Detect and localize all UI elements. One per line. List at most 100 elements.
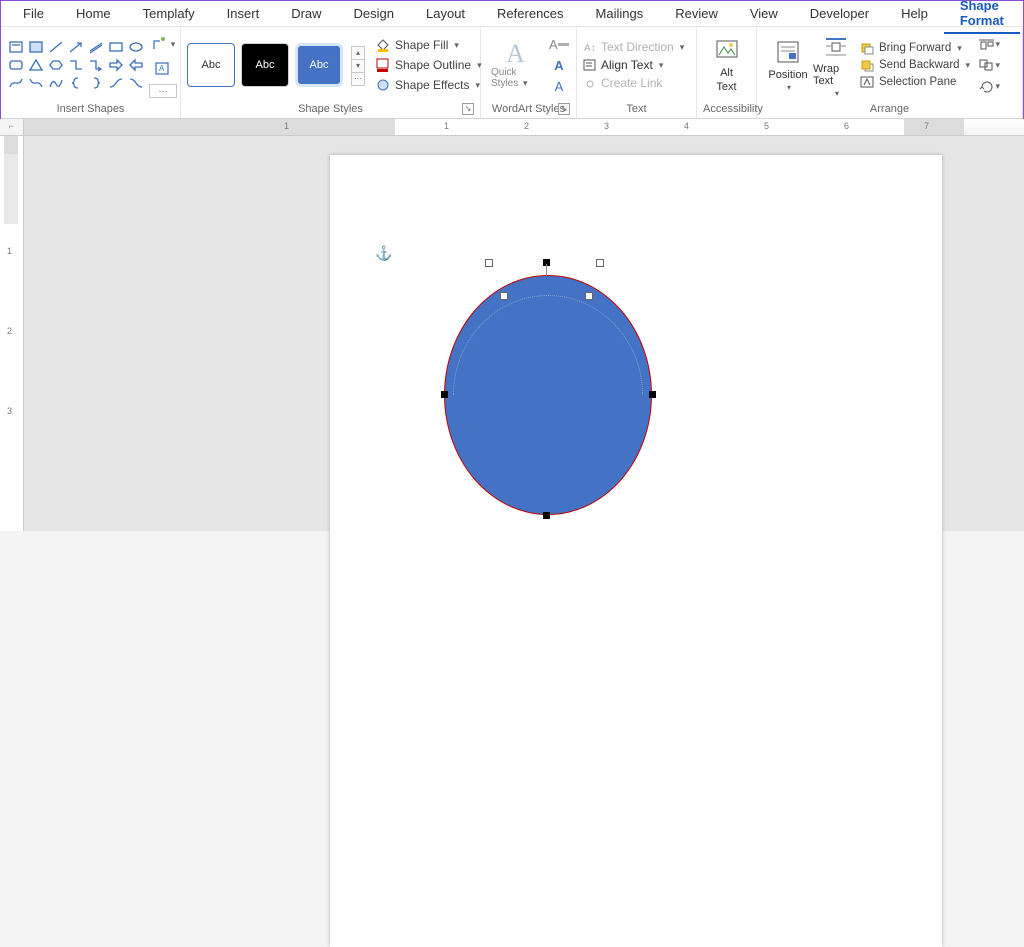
text-fill-button[interactable]: A [548, 35, 570, 53]
wordart-a-icon: A [506, 41, 525, 67]
position-icon [774, 39, 802, 67]
group-icon [978, 58, 993, 72]
gallery-down-icon[interactable]: ▾ [351, 59, 365, 73]
group-shape-styles: Abc Abc Abc ▴ ▾ ⋯ Shape Fill▾ Shape Outl… [181, 27, 481, 118]
triangle-icon [28, 58, 44, 72]
brace-right-icon [88, 76, 104, 90]
edit-shape-button[interactable]: ▾ [149, 32, 177, 56]
bring-forward-icon [859, 41, 875, 55]
shape-outline-button[interactable]: Shape Outline▾ [375, 57, 482, 73]
send-backward-button[interactable]: Send Backward▾ [859, 58, 970, 72]
menu-home[interactable]: Home [60, 2, 127, 25]
handle-top-left[interactable] [485, 259, 493, 267]
dialog-launcher-icon[interactable]: ↘ [462, 103, 474, 115]
gallery-up-icon[interactable]: ▴ [351, 46, 365, 60]
menu-mailings[interactable]: Mailings [580, 2, 660, 25]
svg-text:A↕: A↕ [584, 43, 596, 54]
group-insert-shapes: ▾ A ⋯ Insert Shapes [1, 27, 181, 118]
group-wordart: A Quick Styles ▾ A A A WordArt Styles↘ [481, 27, 577, 118]
menu-view[interactable]: View [734, 2, 794, 25]
bring-forward-button[interactable]: Bring Forward▾ [859, 41, 970, 55]
quick-styles-button[interactable]: A Quick Styles ▾ [491, 41, 540, 89]
alt-text-icon [713, 37, 741, 65]
document-area: ⌐ 1 1 2 3 4 5 6 7 1 2 3 ⚓ [0, 119, 1024, 531]
selection-pane-icon [859, 75, 875, 89]
adjust-handle-right[interactable] [585, 292, 593, 300]
arrow-line-icon [68, 40, 84, 54]
menu-review[interactable]: Review [659, 2, 734, 25]
connector-icon [108, 76, 124, 90]
text-direction-button[interactable]: A↕ Text Direction▾ [583, 40, 684, 54]
rect-icon [108, 40, 124, 54]
roundrect-icon [8, 58, 24, 72]
style-swatch-1[interactable]: Abc [187, 43, 235, 87]
create-link-button: Create Link [583, 76, 684, 90]
menu-templafy[interactable]: Templafy [127, 2, 211, 25]
rotate-objects-button[interactable]: ▾ [978, 77, 1000, 95]
draw-textbox-button[interactable]: A [149, 58, 177, 82]
align-icon [978, 37, 993, 51]
style-swatch-2[interactable]: Abc [241, 43, 289, 87]
group-accessibility: Alt Text Accessibility [697, 27, 757, 118]
svg-text:A: A [159, 64, 165, 73]
textbox-icon [8, 40, 24, 54]
group-label-wordart: WordArt Styles↘ [487, 101, 570, 118]
text-effects-button[interactable]: A [548, 77, 570, 95]
group-label-accessibility: Accessibility [703, 101, 750, 118]
menu-developer[interactable]: Developer [794, 2, 885, 25]
vertical-ruler[interactable]: 1 2 3 [0, 136, 24, 531]
freeform-icon [48, 76, 64, 90]
gallery-more-icon[interactable]: ⋯ [351, 72, 365, 86]
group-label-text: Text [583, 101, 690, 118]
line-icon [48, 40, 64, 54]
group-label-arrange: Arrange [763, 101, 1016, 118]
textbox-highlight-icon [28, 40, 44, 54]
style-swatch-3[interactable]: Abc [295, 43, 343, 87]
curve2-icon [28, 76, 44, 90]
shapes-gallery[interactable] [7, 39, 145, 91]
align-text-icon [583, 58, 597, 72]
menu-help[interactable]: Help [885, 2, 944, 25]
document-page[interactable]: ⚓ [330, 155, 942, 947]
menu-layout[interactable]: Layout [410, 2, 481, 25]
bucket-icon [375, 37, 391, 53]
menu-draw[interactable]: Draw [275, 2, 337, 25]
menu-references[interactable]: References [481, 2, 579, 25]
shape-effects-button[interactable]: Shape Effects▾ [375, 77, 482, 93]
position-button[interactable]: Position▾ [763, 39, 813, 92]
menu-design[interactable]: Design [338, 2, 410, 25]
text-outline-button[interactable]: A [548, 56, 570, 74]
dialog-launcher-icon[interactable]: ↘ [558, 103, 570, 115]
style-gallery[interactable]: Abc Abc Abc ▴ ▾ ⋯ [187, 43, 365, 87]
anchor-icon: ⚓ [375, 245, 392, 262]
vertex-bottom[interactable] [543, 512, 550, 519]
link-icon [583, 76, 597, 90]
menu-file[interactable]: File [7, 2, 60, 25]
align-text-button[interactable]: Align Text▾ [583, 58, 684, 72]
ribbon: ▾ A ⋯ Insert Shapes Abc Abc Abc ▴ ▾ ⋯ [1, 27, 1023, 119]
left-arrow-icon [128, 58, 144, 72]
group-objects-button[interactable]: ▾ [978, 56, 1000, 74]
elbow-icon [68, 58, 84, 72]
menu-insert[interactable]: Insert [211, 2, 276, 25]
connector2-icon [128, 76, 144, 90]
align-objects-button[interactable]: ▾ [978, 35, 1000, 53]
adjust-handle-left[interactable] [500, 292, 508, 300]
selection-pane-button[interactable]: Selection Pane [859, 75, 970, 89]
vertex-left[interactable] [441, 391, 448, 398]
hexagon-icon [48, 58, 64, 72]
horizontal-ruler[interactable]: 1 1 2 3 4 5 6 7 [24, 119, 1024, 136]
handle-top-right[interactable] [596, 259, 604, 267]
outline-icon [375, 57, 391, 73]
send-backward-icon [859, 58, 875, 72]
group-label-insert-shapes: Insert Shapes [7, 101, 174, 118]
curve-icon [8, 76, 24, 90]
shape-fill-button[interactable]: Shape Fill▾ [375, 37, 482, 53]
vertex-right[interactable] [649, 391, 656, 398]
wrap-text-button[interactable]: Wrap Text▾ [813, 33, 859, 98]
alt-text-button[interactable]: Alt Text [703, 37, 750, 93]
group-label-shape-styles: Shape Styles↘ [187, 101, 474, 118]
group-arrange: Position▾ Wrap Text▾ Bring Forward▾ Send… [757, 27, 1023, 118]
style-gallery-nav[interactable]: ▴ ▾ ⋯ [351, 46, 365, 85]
shapes-more-button[interactable]: ⋯ [149, 84, 177, 98]
